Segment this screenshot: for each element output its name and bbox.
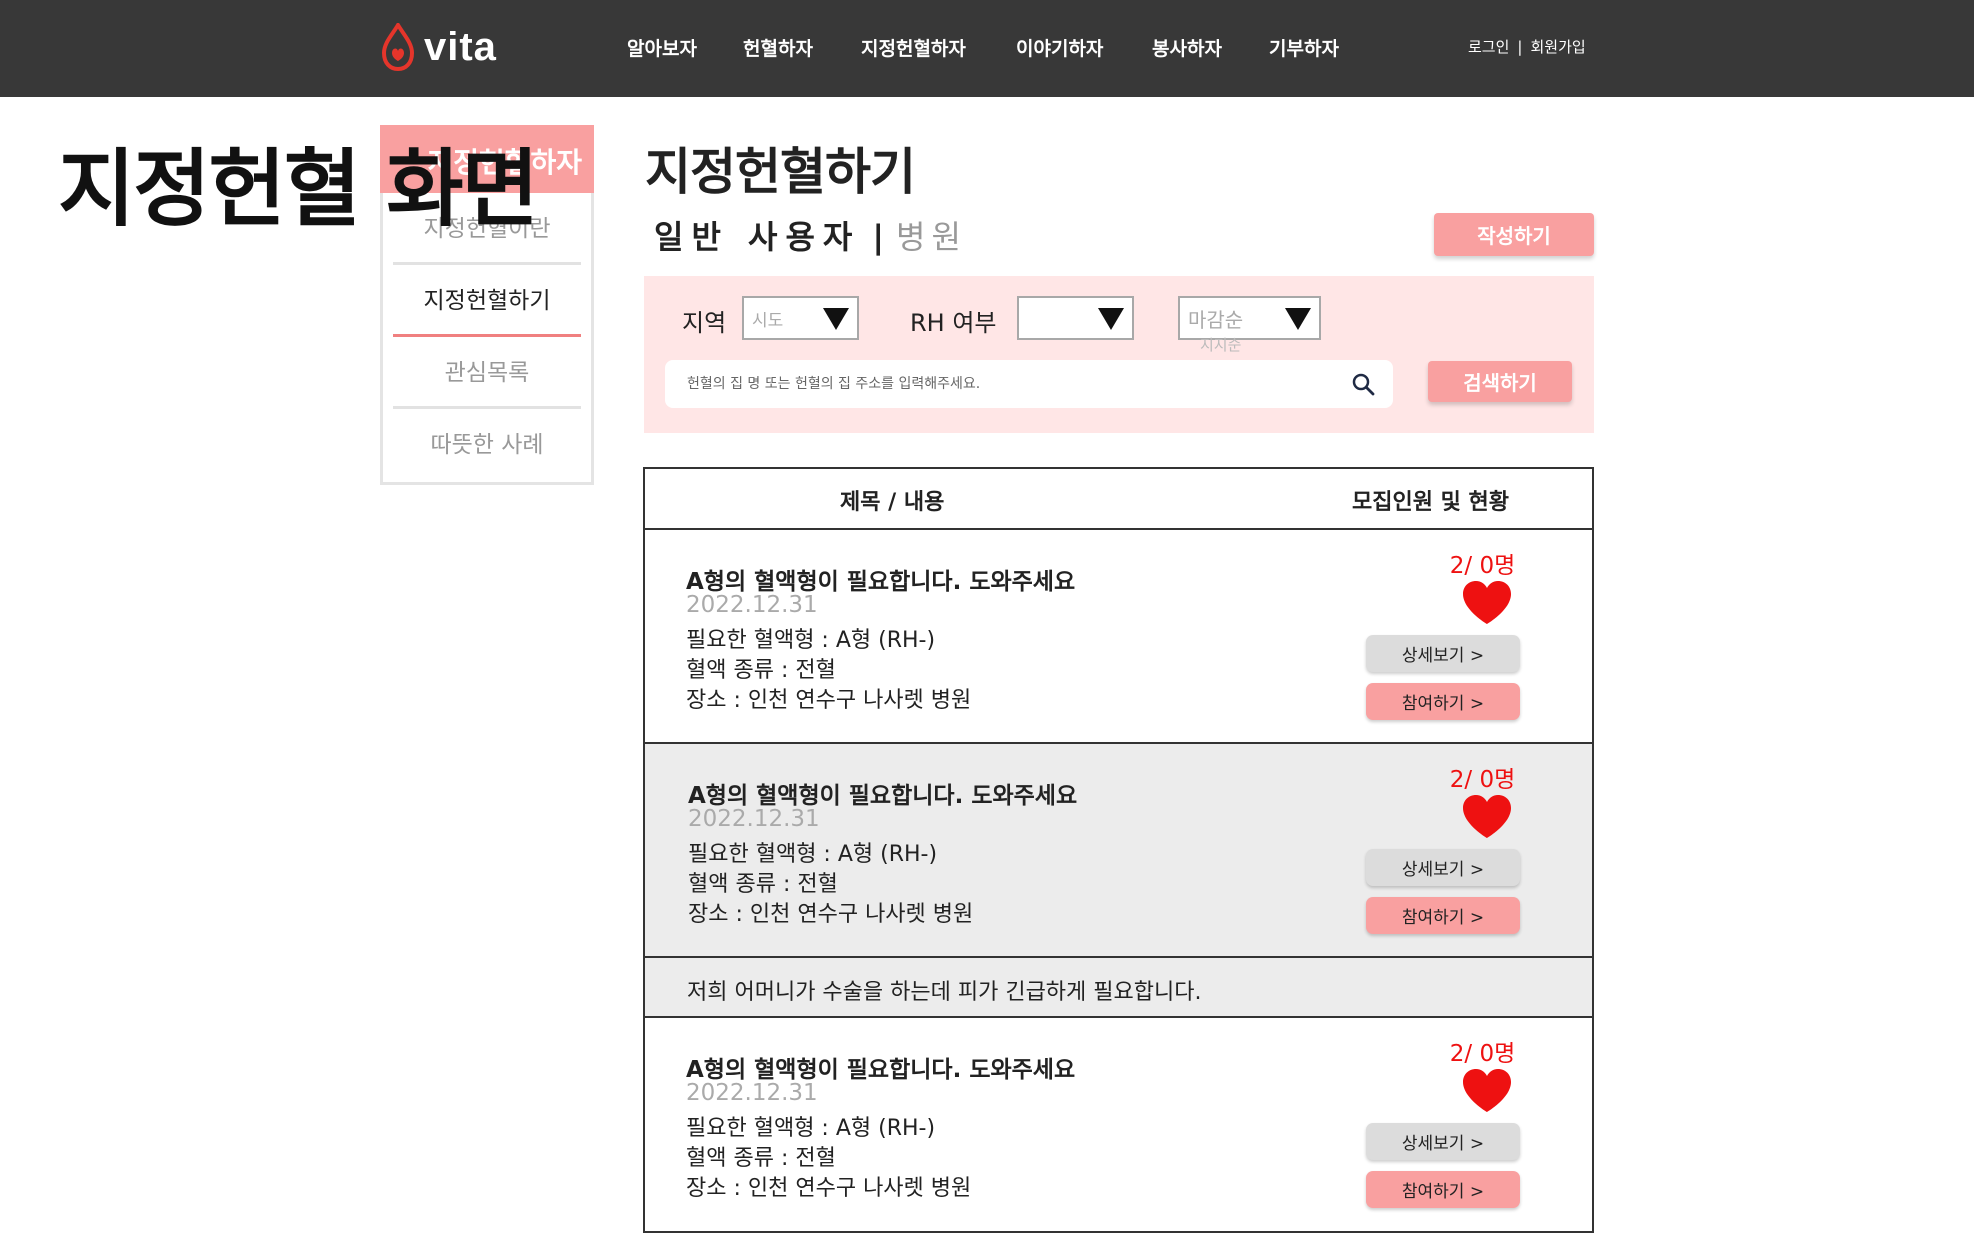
login-link[interactable]: 로그인 [1468, 38, 1509, 56]
search-button[interactable]: 검색하기 [1428, 361, 1572, 402]
join-button[interactable]: 참여하기 > [1366, 1171, 1520, 1208]
dropdown-arrow-icon [1098, 308, 1124, 330]
sort-option-peek: 지지순 [1200, 336, 1242, 354]
request-title: A형의 혈액형이 필요합니다. 도와주세요 [686, 1057, 1076, 1083]
detail-button[interactable]: 상세보기 > [1366, 849, 1520, 886]
join-button[interactable]: 참여하기 > [1366, 897, 1520, 934]
sidebar-item-designated-donation[interactable]: 지정헌혈하기 [393, 265, 581, 337]
rh-label: RH 여부 [910, 309, 997, 337]
tab-hospital[interactable]: 병원 [896, 218, 967, 256]
blood-drop-icon [381, 23, 415, 71]
region-label: 지역 [682, 309, 727, 337]
auth-links: 로그인 | 회원가입 [1468, 36, 1586, 57]
request-title: A형의 혈액형이 필요합니다. 도와주세요 [688, 783, 1078, 809]
detail-button[interactable]: 상세보기 > [1366, 635, 1520, 672]
heart-icon[interactable] [1461, 794, 1513, 840]
table-row[interactable]: A형의 혈액형이 필요합니다. 도와주세요 2022.12.31 필요한 혈액형… [645, 1018, 1592, 1231]
screen-label: 지정헌혈 화면 [58, 140, 539, 238]
request-title: A형의 혈액형이 필요합니다. 도와주세요 [686, 569, 1076, 595]
request-blood-kind: 혈액 종류 : 전혈 [686, 1146, 836, 1171]
recruit-count: 2/ 0명 [1449, 553, 1516, 579]
region-select[interactable]: 시도 [742, 296, 859, 340]
request-place: 장소 : 인천 연수구 나사렛 병원 [688, 902, 974, 927]
request-blood-type: 필요한 혈액형 : A형 (RH-) [686, 1116, 936, 1141]
table-row[interactable]: A형의 혈액형이 필요합니다. 도와주세요 2022.12.31 필요한 혈액형… [645, 530, 1592, 744]
column-header-title: 제목 / 내용 [840, 490, 945, 515]
region-select-value: 시도 [752, 311, 784, 331]
rh-select[interactable] [1017, 296, 1134, 340]
sort-select-value: 마감순 [1188, 308, 1244, 332]
nav-item-community[interactable]: 이야기하자 [1016, 34, 1103, 61]
dropdown-arrow-icon [1285, 308, 1311, 330]
top-navigation-bar: vita 알아보자 헌혈하자 지정헌혈하자 이야기하자 봉사하자 기부하자 로그… [0, 0, 1974, 97]
sidebar-item-warm-stories[interactable]: 따뜻한 사례 [393, 409, 581, 481]
request-blood-kind: 혈액 종류 : 전혈 [688, 872, 838, 897]
request-date: 2022.12.31 [686, 592, 818, 618]
donation-request-table: 제목 / 내용 모집인원 및 현황 A형의 혈액형이 필요합니다. 도와주세요 … [643, 467, 1594, 1233]
logo-text: vita [424, 24, 497, 69]
tab-general-user[interactable]: 일반 사용자 [654, 218, 860, 256]
request-blood-kind: 혈액 종류 : 전혈 [686, 658, 836, 683]
table-header: 제목 / 내용 모집인원 및 현황 [645, 469, 1592, 530]
user-type-tabs: 일반 사용자 | 병원 [654, 212, 967, 258]
page-title: 지정헌혈하기 [645, 143, 916, 201]
column-header-status: 모집인원 및 현황 [1352, 490, 1509, 515]
signup-link[interactable]: 회원가입 [1530, 38, 1585, 56]
write-button[interactable]: 작성하기 [1434, 213, 1594, 256]
request-blood-type: 필요한 혈액형 : A형 (RH-) [688, 842, 938, 867]
search-icon[interactable] [1351, 372, 1375, 396]
filter-panel: 지역 시도 RH 여부 마감순 지지순 검색하기 [644, 276, 1594, 433]
request-description: 저희 어머니가 수술을 하는데 피가 긴급하게 필요합니다. [687, 980, 1202, 1005]
search-box [665, 360, 1393, 408]
request-place: 장소 : 인천 연수구 나사렛 병원 [686, 688, 972, 713]
table-row[interactable]: A형의 혈액형이 필요합니다. 도와주세요 2022.12.31 필요한 혈액형… [645, 744, 1592, 958]
nav-item-donate-blood[interactable]: 헌혈하자 [743, 34, 813, 61]
auth-separator: | [1517, 38, 1523, 56]
join-button[interactable]: 참여하기 > [1366, 683, 1520, 720]
tab-separator: | [872, 218, 885, 256]
sidebar-item-favorites[interactable]: 관심목록 [393, 337, 581, 409]
heart-icon[interactable] [1461, 1068, 1513, 1114]
request-place: 장소 : 인천 연수구 나사렛 병원 [686, 1176, 972, 1201]
request-date: 2022.12.31 [686, 1080, 818, 1106]
detail-button[interactable]: 상세보기 > [1366, 1123, 1520, 1160]
dropdown-arrow-icon [823, 308, 849, 330]
request-date: 2022.12.31 [688, 806, 820, 832]
nav-item-learn[interactable]: 알아보자 [627, 34, 697, 61]
recruit-count: 2/ 0명 [1449, 1041, 1516, 1067]
nav-item-designated-donation[interactable]: 지정헌혈하자 [861, 34, 966, 61]
request-blood-type: 필요한 혈액형 : A형 (RH-) [686, 628, 936, 653]
nav-item-volunteer[interactable]: 봉사하자 [1152, 34, 1222, 61]
expanded-content-row: 저희 어머니가 수술을 하는데 피가 긴급하게 필요합니다. [645, 958, 1592, 1018]
recruit-count: 2/ 0명 [1449, 767, 1516, 793]
heart-icon[interactable] [1461, 580, 1513, 626]
nav-item-donate[interactable]: 기부하자 [1269, 34, 1339, 61]
vita-logo[interactable]: vita [380, 22, 497, 72]
search-input[interactable] [687, 372, 1327, 396]
